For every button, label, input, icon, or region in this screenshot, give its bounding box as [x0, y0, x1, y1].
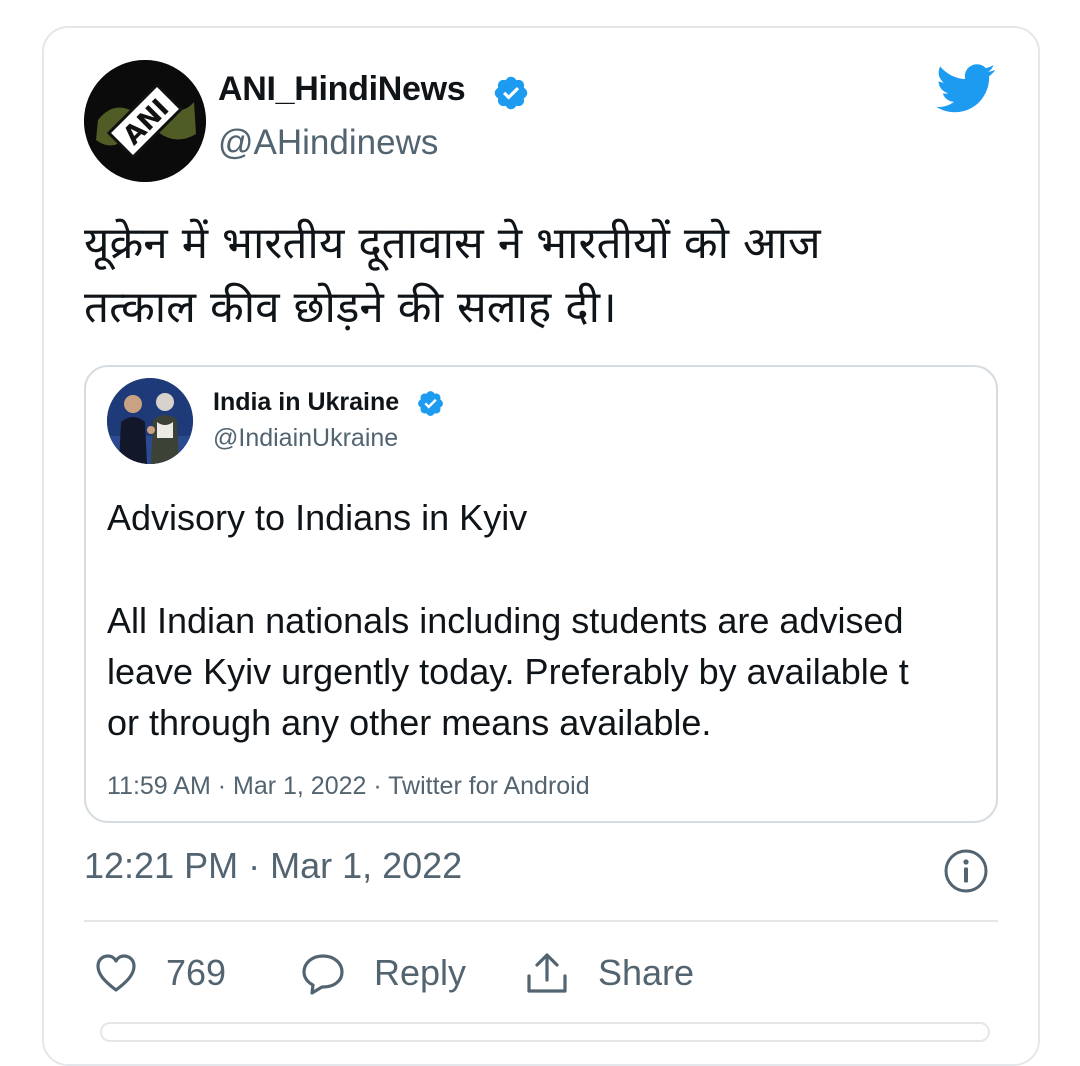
quoted-body: All Indian nationals including students … [107, 595, 996, 748]
share-label: Share [598, 952, 695, 993]
quoted-verified-badge-icon [418, 391, 443, 416]
heart-icon [96, 954, 136, 992]
author-avatar[interactable]: ANI [84, 60, 206, 182]
twitter-bird-icon[interactable] [936, 62, 996, 116]
quoted-body-line-1: All Indian nationals including students … [107, 600, 904, 641]
tweet-timestamp[interactable]: 12:21 PM · Mar 1, 2022 [84, 845, 462, 887]
verified-badge-icon [494, 76, 528, 110]
ani-logo: ANI [84, 60, 206, 182]
quoted-author-avatar[interactable] [107, 378, 193, 464]
quoted-avatar-photo [107, 378, 193, 464]
share-icon [527, 953, 567, 993]
reply-icon [302, 954, 344, 995]
quoted-title: Advisory to Indians in Kyiv [107, 497, 528, 538]
author-handle[interactable]: @AHindinews [218, 123, 438, 163]
reply-button[interactable]: Reply [300, 948, 466, 998]
quoted-meta: 11:59 AM · Mar 1, 2022 · Twitter for And… [107, 772, 590, 800]
next-card-edge [100, 1022, 990, 1042]
author-name[interactable]: ANI_HindiNews [218, 70, 466, 109]
share-button[interactable]: Share [524, 948, 694, 998]
quoted-author-name[interactable]: India in Ukraine [213, 388, 399, 417]
quoted-body-line-3: or through any other means available. [107, 702, 712, 743]
tweet-text-line-1: यूक्रेन में भारतीय दूतावास ने भारतीयों क… [84, 218, 821, 269]
tweet-text: यूक्रेन में भारतीय दूतावास ने भारतीयों क… [84, 212, 984, 340]
quoted-body-line-2: leave Kyiv urgently today. Preferably by… [107, 651, 909, 692]
like-count: 769 [166, 952, 227, 993]
reply-label: Reply [374, 952, 467, 993]
quoted-tweet[interactable]: India in Ukraine @IndiainUkraine Advisor… [84, 365, 998, 823]
like-button[interactable]: 769 [94, 948, 226, 998]
info-icon[interactable] [943, 848, 989, 894]
tweet-text-line-2: तत्काल कीव छोड़ने की सलाह दी। [84, 282, 617, 333]
quoted-author-handle[interactable]: @IndiainUkraine [213, 424, 398, 453]
divider [84, 920, 998, 922]
